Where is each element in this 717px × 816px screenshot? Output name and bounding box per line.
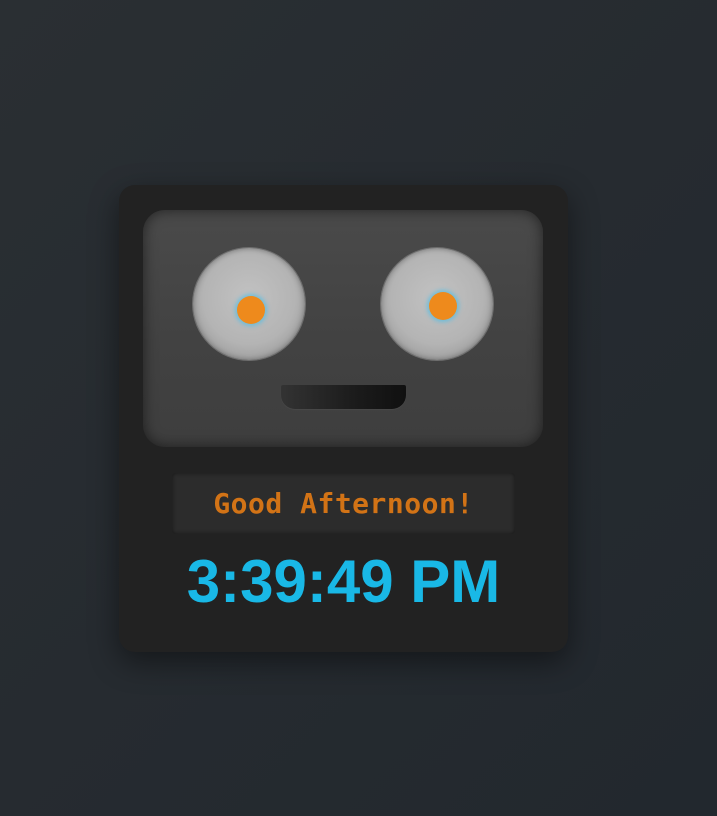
- robot-face: [143, 210, 543, 447]
- clock-time: 3:39:49 PM: [186, 548, 501, 615]
- left-eye-icon: [193, 248, 305, 360]
- right-eye-icon: [381, 248, 493, 360]
- right-pupil-icon: [429, 292, 457, 320]
- greeting-display: Good Afternoon!: [172, 473, 515, 534]
- robot-card: Good Afternoon! 3:39:49 PM: [119, 185, 568, 652]
- left-pupil-icon: [237, 296, 265, 324]
- greeting-text: Good Afternoon!: [213, 487, 474, 520]
- mouth-icon: [281, 385, 406, 409]
